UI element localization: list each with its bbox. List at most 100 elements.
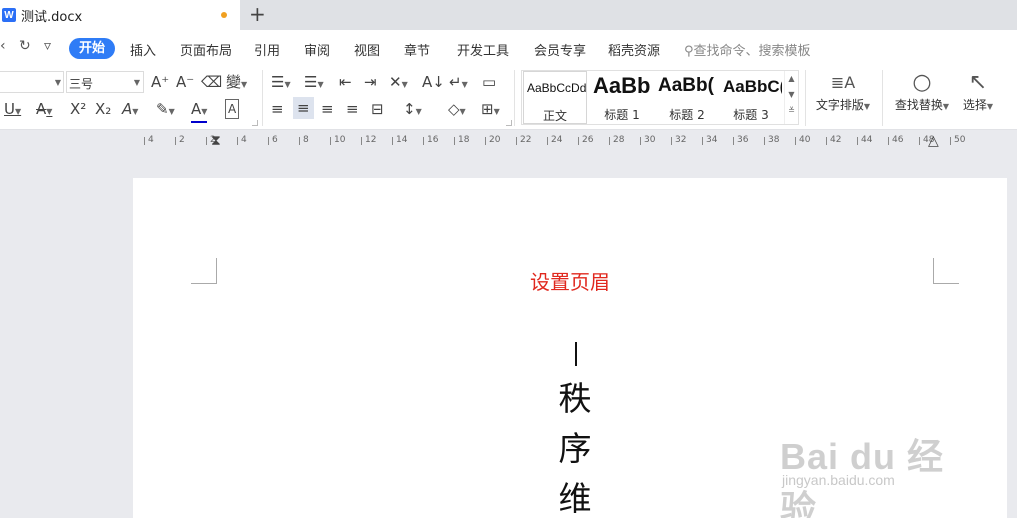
style-normal[interactable]: AaBbCcDd 正文 <box>523 71 587 124</box>
chevron-down-icon: ▼ <box>863 102 871 111</box>
document-tab[interactable]: W 测试.docx <box>0 0 240 30</box>
chevron-down-icon: ▼ <box>168 107 175 116</box>
menu-tab-page-layout[interactable]: 页面布局 <box>180 40 232 59</box>
align-left-button[interactable]: ≡ <box>271 100 284 118</box>
increase-indent-button[interactable]: ⇥ <box>364 73 377 91</box>
chevron-down-icon[interactable]: ▼ <box>785 87 798 103</box>
left-indent-marker-icon[interactable]: ⧗ <box>211 133 221 149</box>
find-replace-button[interactable]: ○ 查找替换▼ <box>891 70 953 113</box>
body-char[interactable]: 维 <box>555 472 595 518</box>
expand-gallery-icon[interactable]: ≚ <box>785 103 798 119</box>
chevron-down-icon: ▼ <box>493 107 500 116</box>
style-preview: AaBb <box>593 73 651 98</box>
new-tab-button[interactable]: + <box>249 3 266 25</box>
table-tool-button[interactable]: ▭ <box>482 73 496 91</box>
divider <box>805 70 806 126</box>
search-icon: ⚲ <box>684 44 694 59</box>
superscript-button[interactable]: X² <box>70 100 86 118</box>
style-preview: AaBb( <box>658 75 714 96</box>
text-layout-button[interactable]: ≣A 文字排版▼ <box>812 70 874 113</box>
sort-button[interactable]: A↓ <box>422 73 445 91</box>
style-name: 标题 3 <box>733 108 769 122</box>
ruler-tick <box>826 137 827 145</box>
decrease-indent-button[interactable]: ⇤ <box>339 73 352 91</box>
menu-tab-chapter[interactable]: 章节 <box>404 40 430 59</box>
divider <box>514 70 515 126</box>
menu-tab-developer[interactable]: 开发工具 <box>457 40 509 59</box>
select-label: 选择 <box>962 98 987 112</box>
divider <box>882 70 883 126</box>
ruler-tick <box>206 137 207 145</box>
chinese-layout-button[interactable]: ✕▼ <box>389 73 408 94</box>
ruler-tick <box>640 137 641 145</box>
phonetic-guide-button[interactable]: 變▼ <box>226 73 247 94</box>
menu-tab-start[interactable]: 开始 <box>69 38 115 59</box>
show-marks-button[interactable]: ↵▼ <box>449 73 468 94</box>
line-spacing-button[interactable]: ↕▼ <box>403 100 422 121</box>
chinese-layout-icon: ✕ <box>389 73 402 91</box>
borders-button[interactable]: ⊞▼ <box>481 100 500 121</box>
ruler-tick <box>330 137 331 145</box>
ruler-label: 40 <box>799 135 811 145</box>
menu-tab-view[interactable]: 视图 <box>354 40 380 59</box>
quick-access-more-icon[interactable]: ▿ <box>44 38 51 54</box>
menu-tab-review[interactable]: 审阅 <box>304 40 330 59</box>
chevron-down-icon: ▼ <box>986 102 994 111</box>
style-heading-3[interactable]: AaBbC( 标题 3 <box>720 71 782 124</box>
command-search[interactable]: ⚲查找命令、搜索模板 <box>684 40 811 59</box>
chevron-down-icon: ▼ <box>54 78 61 87</box>
select-button[interactable]: ↖ 选择▼ <box>958 70 998 113</box>
redo-icon[interactable]: ↻ <box>19 38 31 54</box>
divider <box>262 70 263 126</box>
chevron-down-icon: ▼ <box>14 107 22 116</box>
highlight-button[interactable]: ✎▼ <box>156 100 175 121</box>
menu-tab-references[interactable]: 引用 <box>254 40 280 59</box>
style-heading-1[interactable]: AaBb 标题 1 <box>590 71 654 124</box>
menu-tab-insert[interactable]: 插入 <box>130 40 156 59</box>
ruler-tick <box>702 137 703 145</box>
style-preview: AaBbCcDd <box>527 81 587 95</box>
ruler-label: 4 <box>241 135 247 145</box>
style-gallery-scroll[interactable]: ▲ ▼ ≚ <box>784 71 798 124</box>
clear-format-icon[interactable]: ⌫ <box>201 73 222 91</box>
chevron-down-icon: ▼ <box>459 107 466 116</box>
baidu-jingyan-watermark: Bai du 经验 jingyan.baidu.com <box>780 420 980 518</box>
ruler-label: 24 <box>551 135 563 145</box>
justify-button[interactable]: ≡ <box>346 100 359 118</box>
style-heading-2[interactable]: AaBb( 标题 2 <box>655 71 719 124</box>
text-effect-button[interactable]: A▼ <box>122 100 138 121</box>
ruler-tick <box>392 137 393 145</box>
chevron-up-icon[interactable]: ▲ <box>785 71 798 87</box>
chevron-down-icon: ▼ <box>284 80 291 89</box>
text-layout-icon: ≣A <box>830 73 856 92</box>
ruler-tick <box>423 137 424 145</box>
align-right-button[interactable]: ≡ <box>321 100 334 118</box>
subscript-button[interactable]: X₂ <box>95 100 111 118</box>
numbering-button[interactable]: ☰▼ <box>304 73 324 94</box>
shrink-font-button[interactable]: A⁻ <box>176 73 194 91</box>
grow-font-button[interactable]: A⁺ <box>151 73 169 91</box>
strikethrough-button[interactable]: A▼ <box>36 100 52 121</box>
font-size-select[interactable]: 三号 ▼ <box>66 71 144 93</box>
menu-tab-docer[interactable]: 稻壳资源 <box>608 40 660 59</box>
bullets-button[interactable]: ☰▼ <box>271 73 291 94</box>
paragraph-dialog-launcher-icon[interactable] <box>506 120 512 126</box>
right-indent-marker-icon[interactable]: △ <box>928 133 939 149</box>
body-char[interactable]: 序 <box>555 422 595 470</box>
line-spacing-icon: ↕ <box>403 100 416 118</box>
body-char[interactable]: 秩 <box>555 372 595 420</box>
font-name-select[interactable]: ▼ <box>0 71 64 93</box>
ruler-label: 28 <box>613 135 625 145</box>
page-header-text[interactable]: 设置页眉 <box>133 266 1007 295</box>
horizontal-ruler[interactable]: 4 2 2 4 6 8 10 12 14 16 18 20 22 24 26 28 30 32 34 36 38 40 42… <box>0 131 1017 153</box>
chevron-down-icon: ▼ <box>401 80 408 89</box>
character-border-button[interactable]: A <box>225 99 240 119</box>
undo-icon[interactable]: ‹ <box>0 38 6 54</box>
align-center-button[interactable]: ≡ <box>293 97 314 119</box>
shading-button[interactable]: ◇▼ <box>448 100 466 121</box>
distributed-align-button[interactable]: ⊟ <box>371 100 384 118</box>
font-color-button[interactable]: A▼ <box>191 100 208 123</box>
menu-tab-member[interactable]: 会员专享 <box>534 40 586 59</box>
font-dialog-launcher-icon[interactable] <box>252 120 258 126</box>
underline-button[interactable]: U▼ <box>4 100 21 121</box>
